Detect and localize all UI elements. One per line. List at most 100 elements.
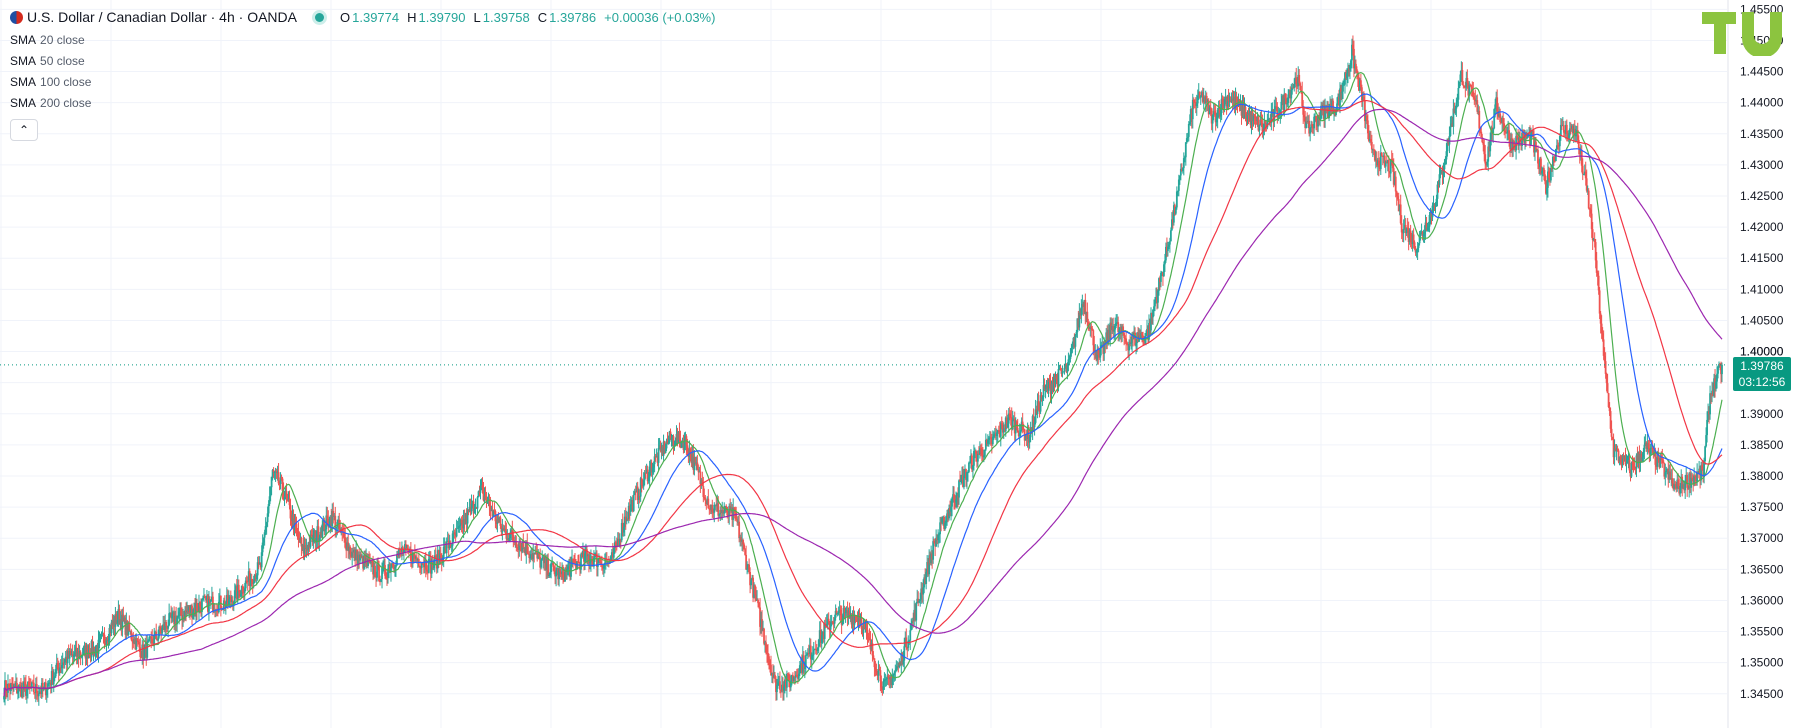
sma-20-line xyxy=(3,71,1723,697)
candle-body xyxy=(1610,428,1613,437)
last-price-value: 1.39786 xyxy=(1740,358,1784,373)
candle-body xyxy=(1154,303,1156,307)
sma-100-line xyxy=(3,99,1723,697)
indicator-params: 200 close xyxy=(40,96,92,110)
ohlc-high-value: 1.39790 xyxy=(418,9,466,25)
y-tick-label: 1.37000 xyxy=(1740,531,1784,545)
candle-body xyxy=(1704,446,1706,462)
candle-body xyxy=(1628,460,1631,471)
y-tick-label: 1.39000 xyxy=(1740,407,1784,421)
candle-body xyxy=(540,559,543,568)
candle-body xyxy=(1394,176,1397,192)
candle-body xyxy=(932,541,935,560)
candle-body xyxy=(1380,152,1383,156)
candle-body xyxy=(1604,361,1607,374)
symbol-header: U.S. Dollar / Canadian Dollar · 4h · OAN… xyxy=(10,8,723,26)
y-tick-label: 1.44000 xyxy=(1740,96,1784,110)
candle-body xyxy=(903,646,906,661)
indicator-params: 100 close xyxy=(40,75,92,89)
candle-body xyxy=(1443,164,1446,170)
indicator-name: SMA xyxy=(10,54,37,68)
candle-body xyxy=(1209,107,1212,109)
candle-body xyxy=(1439,173,1442,175)
y-tick-label: 1.35500 xyxy=(1740,625,1784,639)
y-tick-label: 1.44500 xyxy=(1740,65,1784,79)
candle-body xyxy=(915,602,918,621)
candle-body xyxy=(1370,141,1373,150)
y-tick-label: 1.34500 xyxy=(1740,687,1784,701)
indicator-sma-100[interactable]: SMA 100 close xyxy=(10,72,723,92)
ohlc-high-key: H xyxy=(407,9,417,25)
moving-average-lines xyxy=(3,71,1723,697)
candle-body xyxy=(750,580,752,586)
sma-50-line xyxy=(3,93,1723,697)
candle-body xyxy=(1577,139,1580,149)
candle-body xyxy=(1168,241,1171,245)
ohlc-low-value: 1.39758 xyxy=(482,9,530,25)
last-price-label: 1.39786 03:12:56 xyxy=(1733,356,1791,391)
candle-body xyxy=(1598,290,1601,314)
y-tick-label: 1.41500 xyxy=(1740,251,1784,265)
candle-body xyxy=(1448,135,1451,145)
candle-body xyxy=(632,494,635,511)
y-tick-label: 1.38500 xyxy=(1740,438,1784,452)
y-tick-label: 1.38000 xyxy=(1740,469,1784,483)
candle-body xyxy=(1581,165,1584,175)
y-tick-label: 1.36000 xyxy=(1740,593,1784,607)
candle-body xyxy=(1587,190,1590,209)
y-tick-label: 1.40500 xyxy=(1740,313,1784,327)
candle-body xyxy=(1457,88,1460,100)
y-tick-label: 1.42500 xyxy=(1740,189,1784,203)
indicator-name: SMA xyxy=(10,75,37,89)
candle-body xyxy=(37,693,40,697)
indicator-sma-20[interactable]: SMA 20 close xyxy=(10,30,723,50)
candle-body xyxy=(909,630,912,641)
bar-countdown: 03:12:56 xyxy=(1738,374,1786,389)
y-tick-label: 1.43000 xyxy=(1740,158,1784,172)
indicator-params: 50 close xyxy=(40,54,85,68)
candle-body xyxy=(1449,125,1452,136)
candle-body xyxy=(1721,364,1723,375)
candle-body xyxy=(779,681,781,690)
collapse-legend-button[interactable]: ⌃ xyxy=(10,119,38,141)
y-tick-label: 1.43500 xyxy=(1740,127,1784,141)
y-tick-label: 1.41000 xyxy=(1740,282,1784,296)
indicator-name: SMA xyxy=(10,33,37,47)
tradingview-logo-icon[interactable] xyxy=(1702,10,1790,56)
chart-legend: U.S. Dollar / Canadian Dollar · 4h · OAN… xyxy=(10,8,723,141)
candle-body xyxy=(455,528,458,537)
chevron-up-icon: ⌃ xyxy=(18,123,30,137)
candle-body xyxy=(657,447,660,463)
sma-200-line xyxy=(3,108,1723,697)
usd-cad-flag-icon xyxy=(10,10,23,24)
candle-body xyxy=(968,462,970,472)
candle-body xyxy=(958,480,960,498)
candle-body xyxy=(476,497,479,509)
y-tick-label: 1.36500 xyxy=(1740,562,1784,576)
y-tick-label: 1.42000 xyxy=(1740,220,1784,234)
candle-body xyxy=(1187,123,1190,137)
symbol-title[interactable]: U.S. Dollar / Canadian Dollar · 4h · OAN… xyxy=(27,9,297,25)
candle-body xyxy=(1342,85,1344,92)
candle-body xyxy=(1387,160,1390,172)
candle-body xyxy=(872,655,875,659)
candle-body xyxy=(445,541,448,554)
candle-body xyxy=(1184,142,1187,158)
candle-body xyxy=(812,649,815,655)
candle-body xyxy=(1478,110,1481,129)
candle-body xyxy=(1169,230,1172,242)
indicator-sma-200[interactable]: SMA 200 close xyxy=(10,93,723,113)
candle-body xyxy=(1706,419,1708,436)
ohlc-close-key: C xyxy=(537,9,548,25)
candle-body xyxy=(128,622,131,632)
ohlc-open-key: O xyxy=(340,9,351,25)
ohlc-low-key: L xyxy=(473,9,481,25)
ohlc-close-value: 1.39786 xyxy=(549,9,597,25)
indicator-sma-50[interactable]: SMA 50 close xyxy=(10,51,723,71)
candle-body xyxy=(1057,369,1060,387)
market-status-icon[interactable] xyxy=(315,12,324,22)
price-change: +0.00036 (+0.03%) xyxy=(604,9,716,25)
y-tick-label: 1.37500 xyxy=(1740,500,1784,514)
candle-body xyxy=(1606,383,1609,394)
candle-body xyxy=(165,622,168,627)
